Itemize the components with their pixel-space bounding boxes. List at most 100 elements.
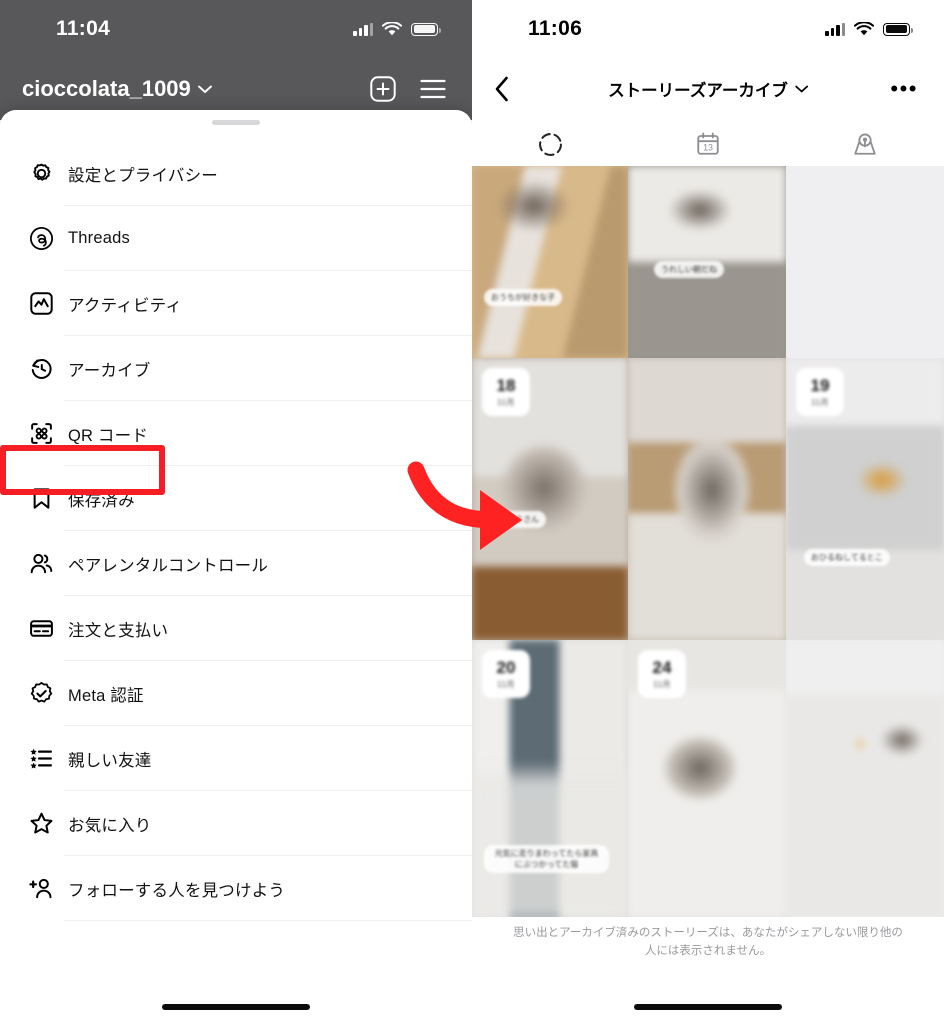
calendar-day-number: 13: [703, 143, 713, 153]
badge-day: 18: [496, 375, 516, 395]
story-cell[interactable]: 20 11月 元気に走りまわってたら家具にぶつかってた猫: [472, 640, 628, 917]
story-thumbnail: [628, 358, 786, 640]
plus-square-icon[interactable]: [370, 76, 396, 102]
story-cell[interactable]: 18 11月 おはようさん: [472, 358, 628, 640]
status-bar: 11:06: [472, 0, 944, 58]
calendar-icon: 13: [697, 132, 719, 155]
menu-item-parental-controls[interactable]: ペアレンタルコントロール: [0, 531, 472, 596]
story-caption: おはようさん: [484, 511, 546, 528]
qr-code-icon: [18, 421, 64, 446]
navigation-bar: ストーリーズアーカイブ •••: [472, 58, 944, 120]
menu-item-orders-payments[interactable]: 注文と支払い: [0, 596, 472, 661]
add-person-icon: [18, 876, 64, 901]
menu-item-settings-privacy[interactable]: 設定とプライバシー: [0, 141, 472, 206]
status-bar: 11:04: [0, 0, 472, 58]
story-thumbnail: [472, 166, 628, 358]
cellular-bars-icon: [825, 22, 845, 36]
badge-day: 20: [496, 657, 516, 677]
badge-month: 11月: [653, 679, 671, 689]
map-tab[interactable]: [787, 122, 944, 166]
menu-item-label: Threads: [68, 229, 130, 247]
sheet-grabber[interactable]: [212, 120, 260, 125]
menu-item-saved[interactable]: 保存済み: [0, 466, 472, 531]
star-icon: [18, 811, 64, 836]
menu-item-discover-people[interactable]: フォローする人を見つけよう: [0, 856, 472, 921]
badge-month: 11月: [497, 679, 515, 689]
menu-item-label: 設定とプライバシー: [68, 166, 218, 185]
gear-icon: [18, 161, 64, 186]
battery-icon: [411, 22, 441, 36]
badge-day: 19: [810, 375, 830, 395]
menu-item-label: アーカイブ: [68, 361, 151, 380]
status-clock: 11:06: [528, 17, 583, 40]
more-options-button[interactable]: •••: [890, 78, 918, 100]
menu-item-label: Meta 認証: [68, 686, 144, 705]
menu-item-qr-code[interactable]: QR コード: [0, 401, 472, 466]
verified-badge-icon: [18, 681, 64, 706]
settings-bottom-sheet: 設定とプライバシー Threads アクティビティ アーカイブ QR コード 保…: [0, 110, 472, 1024]
badge-month: 11月: [497, 397, 515, 407]
menu-item-archive[interactable]: アーカイブ: [0, 336, 472, 401]
dual-screenshot-container: 11:04 cioccolata_1009 設定とプライバシー Threads …: [0, 0, 944, 1024]
hamburger-menu-icon[interactable]: [420, 79, 446, 99]
settings-menu-list: 設定とプライバシー Threads アクティビティ アーカイブ QR コード 保…: [0, 141, 472, 921]
menu-item-threads[interactable]: Threads: [0, 206, 472, 271]
archive-clock-icon: [18, 356, 64, 381]
menu-item-activity[interactable]: アクティビティ: [0, 271, 472, 336]
story-cell[interactable]: [628, 358, 786, 640]
story-caption: 元気に走りまわってたら家具にぶつかってた猫: [484, 845, 609, 873]
home-indicator: [634, 1004, 782, 1010]
credit-card-icon: [18, 616, 64, 641]
stories-archive-tab[interactable]: [472, 122, 629, 166]
chevron-down-icon: [197, 85, 212, 93]
badge-month: 11月: [811, 397, 829, 407]
story-cell[interactable]: うれしい朝だね: [628, 166, 786, 358]
close-friends-list-icon: [18, 746, 64, 771]
menu-item-label: 注文と支払い: [68, 621, 169, 640]
menu-item-label: QR コード: [68, 426, 149, 445]
story-date-badge: 19 11月: [796, 368, 844, 416]
menu-item-label: フォローする人を見つけよう: [68, 881, 286, 900]
wifi-icon: [382, 21, 402, 35]
status-clock: 11:04: [56, 17, 111, 40]
page-title: ストーリーズアーカイブ: [608, 82, 788, 100]
badge-day: 24: [652, 657, 672, 677]
threads-icon: [18, 226, 64, 251]
right-phone-screen: 11:06 ストーリーズアーカイブ ••• 13 おうちが好きな子 うれしい朝だ…: [472, 0, 944, 1024]
story-cell[interactable]: 24 11月: [628, 640, 786, 917]
menu-item-meta-verified[interactable]: Meta 認証: [0, 661, 472, 726]
nav-title-dropdown[interactable]: ストーリーズアーカイブ: [608, 77, 808, 101]
calendar-tab[interactable]: 13: [629, 122, 786, 166]
battery-icon: [883, 22, 913, 36]
map-pin-icon: [854, 133, 876, 155]
menu-item-close-friends[interactable]: 親しい友達: [0, 726, 472, 791]
menu-item-favorites[interactable]: お気に入り: [0, 791, 472, 856]
menu-item-label: 保存済み: [68, 491, 135, 510]
stories-dashed-circle-icon: [539, 132, 563, 156]
chevron-down-icon: [794, 85, 808, 93]
wifi-icon: [854, 21, 874, 35]
story-cell[interactable]: おうちが好きな子: [472, 166, 628, 358]
archive-privacy-note: 思い出とアーカイブ済みのストーリーズは、あなたがシェアしない限り他の人には表示さ…: [513, 927, 903, 957]
home-indicator: [162, 1004, 310, 1010]
cellular-bars-icon: [353, 22, 373, 36]
menu-item-label: 親しい友達: [68, 751, 152, 770]
menu-item-label: アクティビティ: [68, 296, 183, 315]
story-caption: おうちが好きな子: [484, 289, 562, 306]
menu-item-label: ペアレンタルコントロール: [68, 556, 269, 575]
story-thumbnail: [786, 166, 944, 358]
left-phone-screen: 11:04 cioccolata_1009 設定とプライバシー Threads …: [0, 0, 472, 1024]
story-date-badge: 18 11月: [482, 368, 530, 416]
stories-archive-grid: おうちが好きな子 うれしい朝だね 18 11月 おはようさん 19 11月 おひ…: [472, 166, 944, 917]
story-caption: うれしい朝だね: [654, 261, 724, 278]
story-date-badge: 24 11月: [638, 650, 686, 698]
username-switcher[interactable]: cioccolata_1009: [22, 76, 212, 102]
story-caption: おひるねしてるとこ: [804, 549, 890, 566]
story-date-badge: 20 11月: [482, 650, 530, 698]
activity-chart-icon: [18, 291, 64, 316]
chevron-left-icon[interactable]: [494, 76, 510, 102]
story-thumbnail: [786, 640, 944, 917]
story-cell[interactable]: 19 11月 おひるねしてるとこ: [786, 358, 944, 640]
story-cell[interactable]: [786, 166, 944, 358]
story-cell[interactable]: [786, 640, 944, 917]
